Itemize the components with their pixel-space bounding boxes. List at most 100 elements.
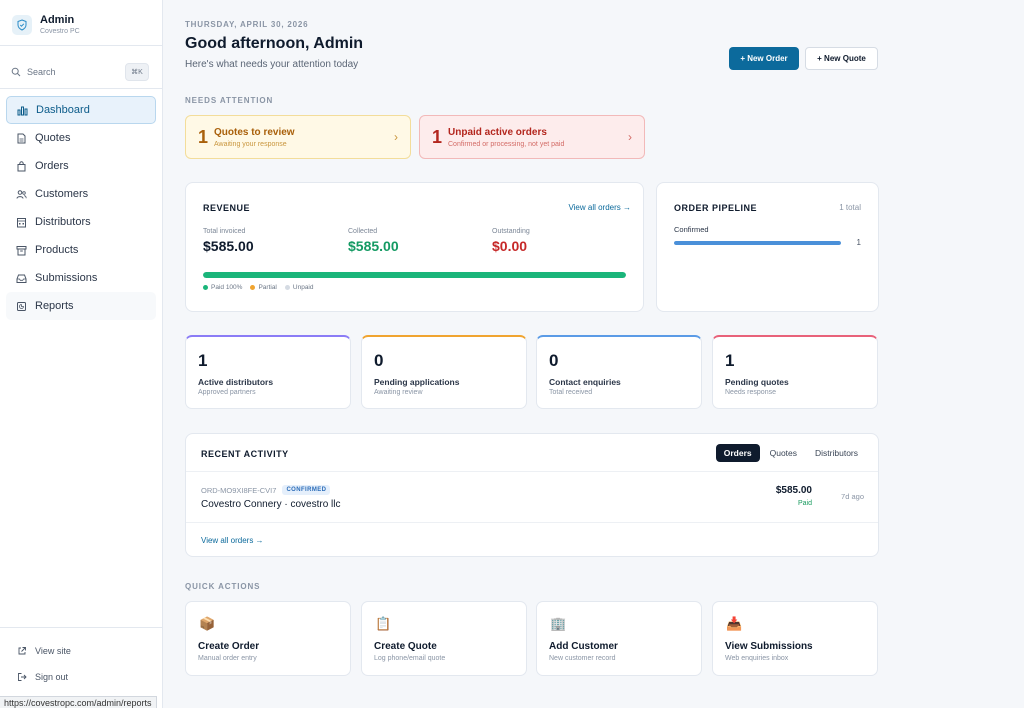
pipeline-title: ORDER PIPELINE (674, 203, 758, 213)
sidebar-item-label: Reports (35, 300, 74, 312)
sidebar-nav: Dashboard Quotes Orders Customers Distri… (6, 96, 156, 320)
chevron-right-icon: › (628, 130, 632, 144)
pipeline-total: 1 total (839, 203, 861, 212)
total-invoiced: Total invoiced $585.00 (203, 228, 254, 254)
payment-status: Paid (797, 500, 812, 507)
chevron-right-icon: › (394, 130, 398, 144)
alert-count: 1 (432, 126, 443, 147)
sign-out-label: Sign out (35, 672, 69, 682)
sidebar-item-products[interactable]: Products (6, 236, 156, 264)
tab-quotes[interactable]: Quotes (762, 444, 805, 462)
tab-distributors[interactable]: Distributors (807, 444, 866, 462)
divider (0, 45, 162, 46)
search-label: Search (27, 67, 56, 77)
status-badge: CONFIRMED (282, 485, 331, 495)
order-customer-name: Covestro Connery · covestro llc (201, 499, 341, 510)
alert-subtitle: Confirmed or processing, not yet paid (448, 140, 565, 148)
warehouse-icon (15, 216, 27, 228)
stat-sublabel: Awaiting review (374, 389, 423, 396)
clipboard-icon: 📋 (375, 616, 392, 631)
stat-value: 1 (198, 351, 208, 370)
quick-actions-label: QUICK ACTIONS (185, 582, 261, 591)
activity-tabs: Orders Quotes Distributors (714, 444, 866, 462)
archive-icon (15, 244, 27, 256)
sidebar-item-dashboard[interactable]: Dashboard (6, 96, 156, 124)
alert-title: Unpaid active orders (448, 126, 547, 138)
create-order-action[interactable]: 📦 Create Order Manual order entry (185, 601, 351, 676)
sidebar-item-label: Quotes (35, 132, 71, 144)
stat-value: 0 (549, 351, 559, 370)
unpaid-orders-alert[interactable]: 1 Unpaid active orders Confirmed or proc… (419, 115, 645, 159)
action-title: Create Order (198, 641, 260, 652)
view-site-label: View site (35, 646, 71, 656)
divider (0, 88, 162, 89)
order-id-text: ORD-MO9XI8FE-CVI7 (201, 485, 277, 495)
stat-pending-quotes[interactable]: 1 Pending quotes Needs response (712, 335, 878, 409)
report-icon (15, 300, 27, 312)
sidebar-item-customers[interactable]: Customers (6, 180, 156, 208)
stat-label: Contact enquiries (549, 377, 621, 387)
view-all-orders-link[interactable]: View all orders → (568, 203, 631, 212)
outstanding-value: $0.00 (492, 238, 528, 254)
stat-value: 0 (374, 351, 384, 370)
partial-dot-icon (250, 285, 256, 290)
sidebar-item-label: Dashboard (36, 104, 90, 116)
new-order-button[interactable]: + New Order (729, 47, 799, 70)
pipeline-stage-count: 1 (856, 238, 861, 247)
sidebar-item-reports[interactable]: Reports (6, 292, 156, 320)
recent-activity-title: RECENT ACTIVITY (201, 449, 289, 459)
sidebar-item-distributors[interactable]: Distributors (6, 208, 156, 236)
stat-contact-enquiries[interactable]: 0 Contact enquiries Total received (536, 335, 702, 409)
view-site-link[interactable]: View site (17, 646, 71, 656)
stat-label: Active distributors (198, 377, 274, 387)
brand-subtitle: Covestro PC (40, 28, 80, 35)
add-customer-action[interactable]: 🏢 Add Customer New customer record (536, 601, 702, 676)
order-amount: $585.00 (775, 485, 812, 496)
sign-out-button[interactable]: Sign out (17, 672, 68, 682)
search-button[interactable]: Search ⌘K (11, 62, 149, 82)
alert-title: Quotes to review (214, 126, 295, 138)
pipeline-stage-label: Confirmed (674, 225, 709, 234)
create-quote-action[interactable]: 📋 Create Quote Log phone/email quote (361, 601, 527, 676)
revenue-title: REVENUE (203, 203, 251, 213)
page-subtitle: Here's what needs your attention today (185, 59, 359, 70)
order-time-ago: 7d ago (841, 492, 864, 501)
browser-status-url: https://covestropc.com/admin/reports (0, 696, 157, 708)
shield-icon (12, 15, 32, 35)
brand[interactable]: Admin Covestro PC (0, 0, 162, 40)
sidebar-item-orders[interactable]: Orders (6, 152, 156, 180)
order-pipeline-card: ORDER PIPELINE 1 total Confirmed 1 (656, 182, 879, 312)
needs-attention-label: NEEDS ATTENTION (185, 96, 274, 105)
sidebar: Admin Covestro PC Search ⌘K Dashboard Qu… (0, 0, 163, 708)
new-quote-button[interactable]: + New Quote (805, 47, 878, 70)
legend-paid: Paid 100% (203, 284, 242, 291)
legend-paid-label: Paid 100% (211, 284, 243, 291)
action-subtitle: Manual order entry (198, 655, 257, 662)
view-submissions-action[interactable]: 📥 View Submissions Web enquiries inbox (712, 601, 878, 676)
outstanding-label: Outstanding (492, 228, 530, 235)
brand-name: Admin (40, 14, 75, 26)
unpaid-dot-icon (284, 285, 290, 290)
action-subtitle: New customer record (549, 655, 616, 662)
collected-label: Collected (348, 228, 378, 235)
collected: Collected $585.00 (348, 228, 399, 254)
outstanding: Outstanding $0.00 (492, 228, 530, 254)
payment-progress-bar (203, 272, 626, 278)
sidebar-item-label: Orders (35, 160, 69, 172)
view-all-orders-link[interactable]: View all orders → (201, 536, 264, 545)
stat-label: Pending applications (374, 377, 460, 387)
search-icon (11, 67, 21, 77)
action-title: Create Quote (374, 641, 437, 652)
order-id: ORD-MO9XI8FE-CVI7 CONFIRMED (201, 485, 331, 495)
quotes-to-review-alert[interactable]: 1 Quotes to review Awaiting your respons… (185, 115, 411, 159)
sidebar-item-submissions[interactable]: Submissions (6, 264, 156, 292)
paid-dot-icon (203, 285, 208, 290)
document-icon (15, 132, 27, 144)
stat-active-distributors[interactable]: 1 Active distributors Approved partners (185, 335, 351, 409)
stat-pending-applications[interactable]: 0 Pending applications Awaiting review (361, 335, 527, 409)
sidebar-item-quotes[interactable]: Quotes (6, 124, 156, 152)
collected-value: $585.00 (348, 238, 399, 254)
inbox-icon (15, 272, 27, 284)
tab-orders[interactable]: Orders (715, 444, 760, 462)
stat-sublabel: Needs response (725, 389, 776, 396)
